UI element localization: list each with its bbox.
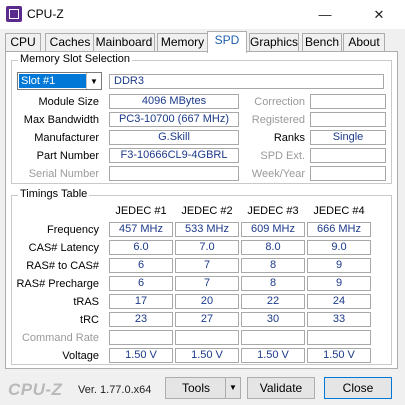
timings-column-header: JEDEC #2 — [181, 205, 233, 217]
timings-row-label: RAS# Precharge — [16, 278, 99, 290]
timings-cell: 17 — [109, 294, 173, 309]
spd-ext-label: SPD Ext. — [260, 150, 305, 162]
timings-cell: 9 — [307, 276, 371, 291]
tab-spd[interactable]: SPD — [207, 31, 247, 53]
chevron-down-icon: ▼ — [229, 383, 237, 392]
tab-mainboard[interactable]: Mainboard — [93, 33, 155, 51]
timings-cell: 33 — [307, 312, 371, 327]
timings-cell: 8 — [241, 258, 305, 273]
timings-cell: 6 — [109, 276, 173, 291]
timings-cell: 9 — [307, 258, 371, 273]
tab-memory[interactable]: Memory — [157, 33, 208, 51]
timings-row-label: Voltage — [62, 350, 99, 362]
module-size-value: 4096 MBytes — [109, 94, 239, 109]
timings-cell: 23 — [109, 312, 173, 327]
timings-row-label: tRC — [80, 314, 99, 326]
timings-cell: 1.50 V — [175, 348, 239, 363]
tab-graphics[interactable]: Graphics — [249, 33, 299, 51]
timings-cell: 609 MHz — [241, 222, 305, 237]
timings-group: Timings Table JEDEC #1 JEDEC #2 JEDEC #3… — [11, 188, 392, 365]
timings-cell: 22 — [241, 294, 305, 309]
minimize-button[interactable]: — — [310, 0, 340, 29]
close-window-button[interactable]: ✕ — [364, 0, 394, 29]
timings-row-label: Command Rate — [21, 332, 99, 344]
registered-value — [310, 112, 386, 127]
timings-cell — [109, 330, 173, 345]
window-title: CPU-Z — [27, 7, 64, 21]
timings-row-label: tRAS — [73, 296, 99, 308]
registered-label: Registered — [251, 114, 305, 126]
tab-about[interactable]: About — [343, 33, 385, 51]
manufacturer-label: Manufacturer — [34, 132, 99, 144]
timings-cell: 457 MHz — [109, 222, 173, 237]
tools-dropdown-button[interactable]: ▼ — [225, 377, 241, 399]
timings-cell: 9.0 — [307, 240, 371, 255]
timings-cell: 533 MHz — [175, 222, 239, 237]
cpuz-window: CPU-Z — ✕ CPU Caches Mainboard Memory SP… — [0, 0, 405, 405]
close-button[interactable]: Close — [324, 377, 392, 399]
correction-label: Correction — [254, 96, 305, 108]
tab-cpu[interactable]: CPU — [5, 33, 41, 51]
part-number-label: Part Number — [36, 150, 99, 162]
timings-cell — [175, 330, 239, 345]
version-text: Ver. 1.77.0.x64 — [78, 384, 152, 396]
timings-cell: 8.0 — [241, 240, 305, 255]
timings-cell: 30 — [241, 312, 305, 327]
timings-row-label: Frequency — [47, 224, 99, 236]
ranks-label: Ranks — [273, 132, 305, 144]
serial-number-label: Serial Number — [28, 168, 99, 180]
minimize-icon: — — [318, 7, 332, 22]
timings-cell: 6.0 — [109, 240, 173, 255]
part-number-value: F3-10666CL9-4GBRL — [109, 148, 239, 163]
cpuz-app-icon — [6, 6, 22, 22]
timings-cell — [241, 330, 305, 345]
title-bar[interactable]: CPU-Z — ✕ — [0, 0, 405, 29]
timings-cell: 24 — [307, 294, 371, 309]
timings-row-label: RAS# to CAS# — [26, 260, 99, 272]
timings-cell: 1.50 V — [109, 348, 173, 363]
timings-cell: 27 — [175, 312, 239, 327]
slot-selected-value: Slot #1 — [19, 74, 87, 88]
correction-value — [310, 94, 386, 109]
timings-row-label: CAS# Latency — [28, 242, 99, 254]
spd-panel: Memory Slot Selection Slot #1 ▼ DDR3 Mod… — [5, 51, 398, 369]
week-year-value — [310, 166, 386, 181]
ranks-value: Single — [310, 130, 386, 145]
manufacturer-value: G.Skill — [109, 130, 239, 145]
chevron-down-icon: ▼ — [86, 73, 101, 89]
timings-cell: 7 — [175, 258, 239, 273]
close-icon: ✕ — [373, 6, 385, 22]
cpuz-logo: CPU-Z — [8, 380, 63, 399]
timings-cell: 7 — [175, 276, 239, 291]
tools-button[interactable]: Tools — [165, 377, 227, 399]
timings-cell: 666 MHz — [307, 222, 371, 237]
tab-bench[interactable]: Bench — [302, 33, 342, 51]
timings-group-title: Timings Table — [18, 188, 90, 200]
timings-cell: 6 — [109, 258, 173, 273]
timings-cell: 1.50 V — [307, 348, 371, 363]
validate-button[interactable]: Validate — [247, 377, 315, 399]
timings-column-header: JEDEC #3 — [247, 205, 299, 217]
slot-select[interactable]: Slot #1 ▼ — [17, 72, 102, 90]
timings-cell: 1.50 V — [241, 348, 305, 363]
timings-column-header: JEDEC #4 — [313, 205, 365, 217]
timings-cell: 20 — [175, 294, 239, 309]
spd-ext-value — [310, 148, 386, 163]
timings-cell: 7.0 — [175, 240, 239, 255]
memory-slot-group: Memory Slot Selection Slot #1 ▼ DDR3 Mod… — [11, 53, 392, 184]
timings-cell: 8 — [241, 276, 305, 291]
memory-type-value: DDR3 — [109, 74, 384, 89]
timings-cell — [307, 330, 371, 345]
max-bandwidth-value: PC3-10700 (667 MHz) — [109, 112, 239, 127]
module-size-label: Module Size — [38, 96, 99, 108]
memory-slot-group-title: Memory Slot Selection — [18, 53, 133, 65]
serial-number-value — [109, 166, 239, 181]
footer-bar: CPU-Z Ver. 1.77.0.x64 Tools ▼ Validate C… — [0, 370, 405, 405]
max-bandwidth-label: Max Bandwidth — [23, 114, 99, 126]
timings-column-header: JEDEC #1 — [115, 205, 167, 217]
week-year-label: Week/Year — [251, 168, 305, 180]
tab-caches[interactable]: Caches — [45, 33, 95, 51]
